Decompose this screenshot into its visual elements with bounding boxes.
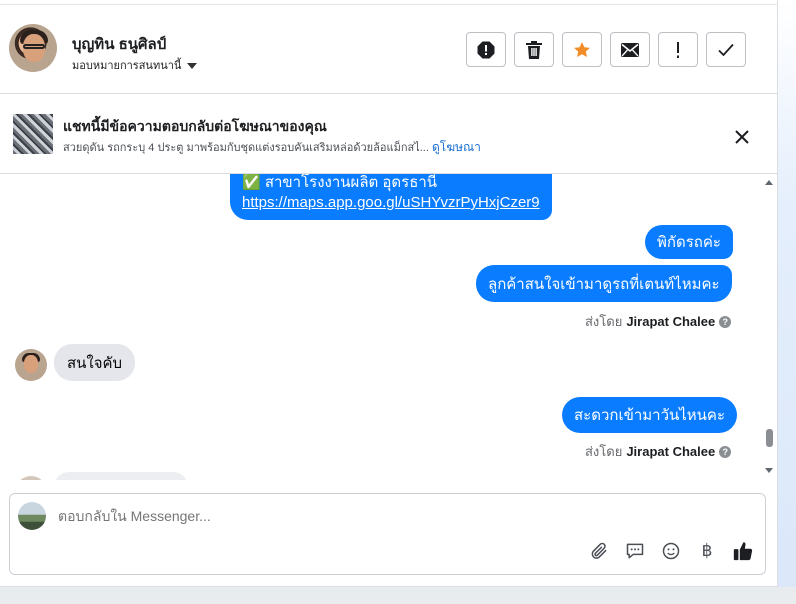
bottom-background-strip [0,587,796,604]
incoming-message-partial [54,472,188,480]
help-icon[interactable]: ? [719,315,732,328]
outgoing-message-location: ✅ สาขาโรงงานผลิต อุดรธานี https://maps.a… [230,174,552,220]
exclamation-icon [677,41,679,58]
spam-icon [477,41,495,58]
reply-composer: ฿ [9,493,766,575]
sent-by-label: ส่งโดย Jirapat Chalee ? [585,311,732,332]
paperclip-icon [591,542,607,559]
sent-by-name: Jirapat Chalee [626,314,716,329]
conversation-header: บุญทิน ธนูศิลป์ มอบหมายการสนทนานี้ [0,5,778,94]
mail-icon [621,42,639,57]
payment-button[interactable]: ฿ [696,540,718,562]
ad-description: สวยดุดัน รถกระบุ 4 ประตู มาพร้อมกับชุดแต… [63,142,432,154]
sent-by-prefix: ส่งโดย [585,444,623,459]
star-button[interactable] [562,32,602,67]
chat-bubble-icon [626,543,644,559]
help-icon[interactable]: ? [719,445,732,458]
contact-avatar[interactable] [9,24,57,72]
sent-by-prefix: ส่งโดย [585,314,623,329]
emoji-button[interactable] [660,540,682,562]
caret-down-icon [187,62,198,69]
assign-conversation-dropdown[interactable]: มอบหมายการสนทนานี้ [72,56,198,74]
scroll-up-arrow[interactable] [765,180,773,185]
right-background-strip [778,0,796,604]
check-icon [718,43,734,56]
reply-input[interactable] [58,508,658,524]
contact-avatar-small-partial[interactable] [15,476,47,480]
maps-link[interactable]: https://maps.app.goo.gl/uSHYvzrPyHxjCzer… [242,192,540,214]
view-ad-link[interactable]: ดูโฆษณา [432,140,481,154]
contact-name[interactable]: บุญทิน ธนูศิลป์ [72,32,166,56]
outgoing-message: สะดวกเข้ามาวันไหนคะ [562,397,738,433]
location-text: ✅ สาขาโรงงานผลิต อุดรธานี [242,174,438,191]
ad-thumbnail[interactable] [13,114,53,154]
smiley-icon [662,542,680,560]
thumbs-up-icon [733,542,753,561]
sent-by-name: Jirapat Chalee [626,444,716,459]
mark-done-button[interactable] [706,32,746,67]
saved-replies-button[interactable] [624,540,646,562]
trash-icon [526,40,542,59]
composer-tools: ฿ [588,540,754,562]
baht-icon: ฿ [701,541,713,561]
page-avatar [18,502,46,530]
like-button[interactable] [732,540,754,562]
message-list[interactable]: ✅ สาขาโรงงานผลิต อุดรธานี https://maps.a… [0,174,778,480]
conversation-panel: บุญทิน ธนูศิลป์ มอบหมายการสนทนานี้ แชทนี… [0,0,778,587]
close-icon [735,130,749,144]
mark-unread-button[interactable] [610,32,650,67]
banner-title: แชทนี้มีข้อความตอบกลับต่อโฆษณาของคุณ [63,118,327,134]
header-actions [466,32,746,67]
follow-up-button[interactable] [658,32,698,67]
outgoing-message: ลูกค้าสนใจเข้ามาดูรถที่เตนท์ไหมคะ [476,265,732,302]
delete-button[interactable] [514,32,554,67]
spam-button[interactable] [466,32,506,67]
ad-reply-banner: แชทนี้มีข้อความตอบกลับต่อโฆษณาของคุณ สวย… [0,94,778,174]
contact-avatar-small[interactable] [15,349,47,381]
star-icon [574,41,590,57]
sent-by-label: ส่งโดย Jirapat Chalee ? [585,441,732,462]
scrollbar-thumb[interactable] [766,429,773,447]
banner-subtitle: สวยดุดัน รถกระบุ 4 ประตู มาพร้อมกับชุดแต… [63,138,481,157]
scroll-down-arrow[interactable] [765,468,773,473]
close-banner-button[interactable] [731,126,753,148]
outgoing-message: พิกัดรถค่ะ [645,225,733,259]
assign-label: มอบหมายการสนทนานี้ [72,60,182,72]
incoming-message: สนใจคับ [54,344,136,381]
attach-button[interactable] [588,540,610,562]
